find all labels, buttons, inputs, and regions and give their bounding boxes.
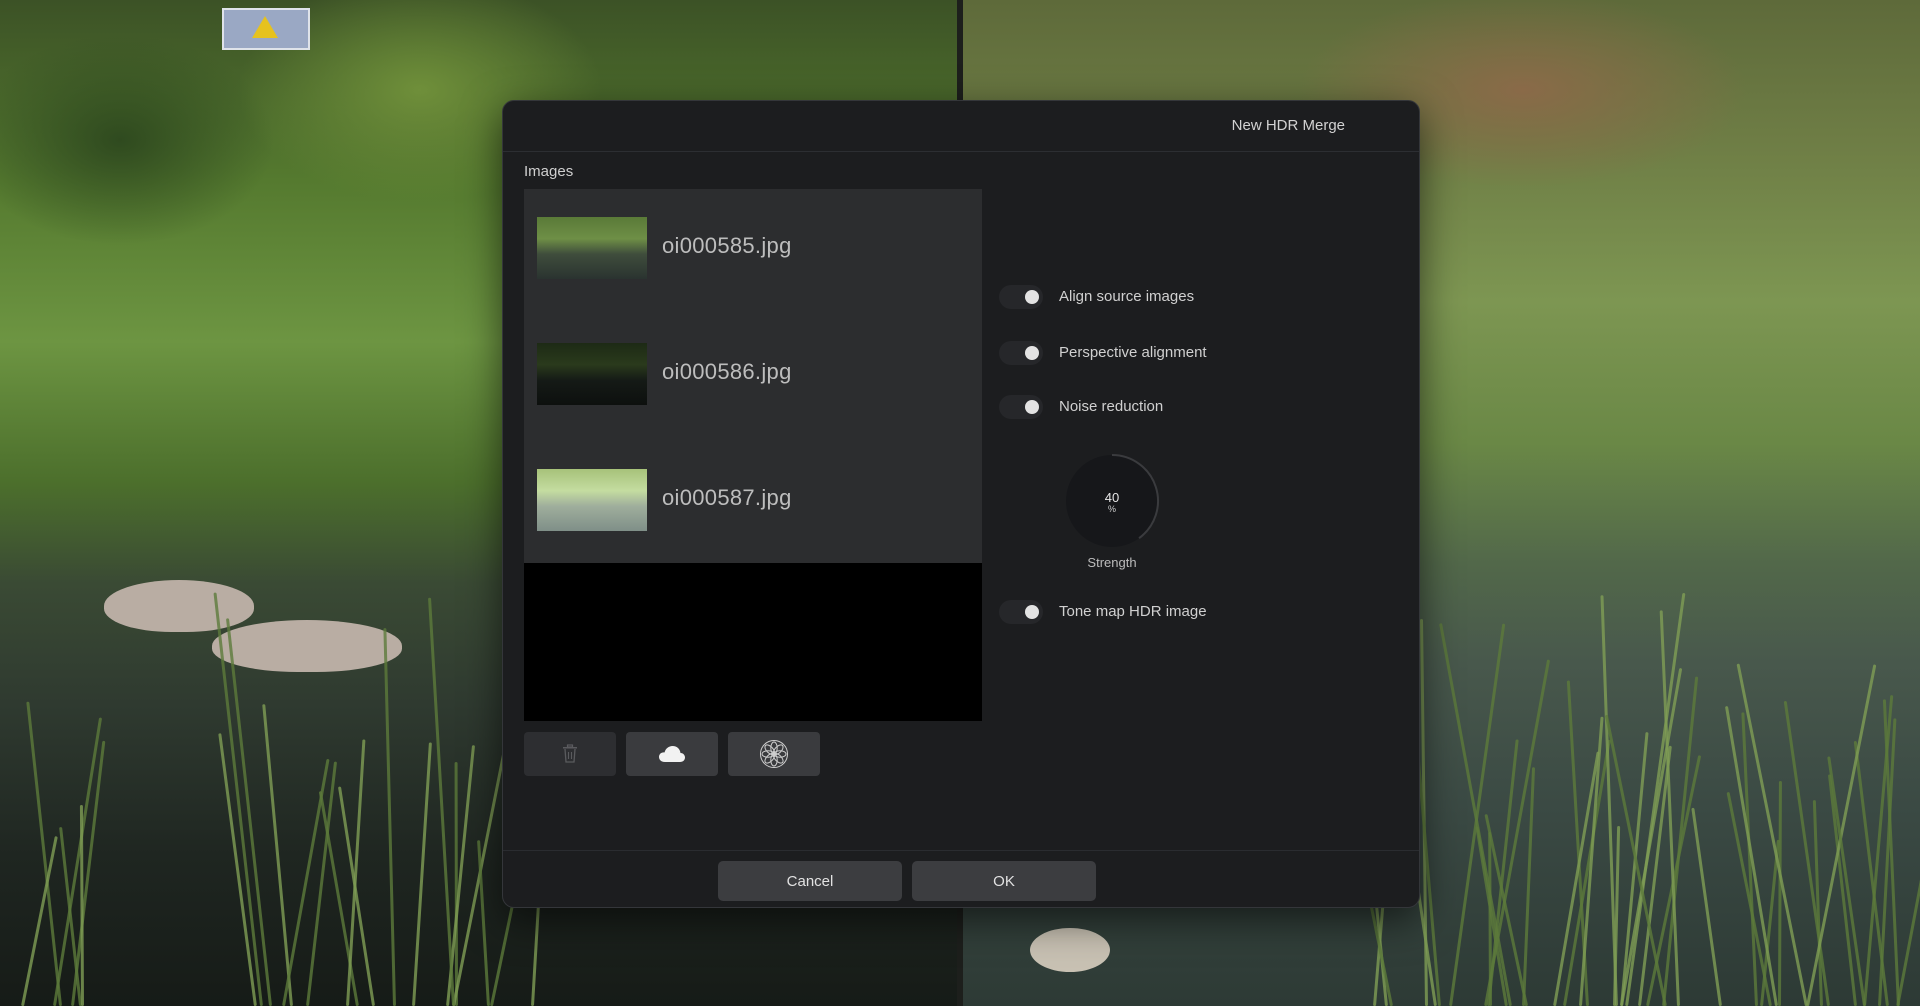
cloud-icon <box>659 746 685 762</box>
image-thumbnail <box>537 343 647 405</box>
image-list[interactable]: oi000585.jpg oi000586.jpg oi000587.jpg <box>524 189 982 721</box>
import-from-cloud-button[interactable] <box>626 732 718 776</box>
image-file-name: oi000586.jpg <box>662 359 792 384</box>
trash-icon <box>563 744 577 763</box>
perspective-alignment-toggle[interactable] <box>999 341 1043 365</box>
image-file-name: oi000587.jpg <box>662 485 792 510</box>
swan-1 <box>104 580 254 632</box>
image-row[interactable]: oi000587.jpg <box>524 441 982 567</box>
image-thumbnail <box>537 217 647 279</box>
reed-blade <box>79 804 84 1006</box>
toggle-knob <box>1025 346 1039 360</box>
toggle-knob <box>1025 290 1039 304</box>
dialog-footer: Cancel OK <box>503 850 1419 907</box>
warning-sign <box>222 8 310 50</box>
image-row[interactable]: oi000585.jpg <box>524 189 982 315</box>
ok-button[interactable]: OK <box>912 861 1096 901</box>
hdr-merge-dialog: New HDR Merge Images oi000585.jpg oi0005… <box>502 100 1420 908</box>
duck <box>1030 928 1110 972</box>
strength-dial[interactable]: 40 % <box>1063 452 1161 550</box>
image-list-items: oi000585.jpg oi000586.jpg oi000587.jpg <box>524 189 982 563</box>
reed-blade <box>454 761 458 1006</box>
toggle-knob <box>1025 400 1039 414</box>
images-section-label: Images <box>524 163 574 180</box>
strength-label: Strength <box>1087 555 1137 570</box>
photos-flower-icon <box>760 740 788 768</box>
noise-reduction-toggle[interactable] <box>999 395 1043 419</box>
cancel-button[interactable]: Cancel <box>718 861 902 901</box>
image-thumbnail <box>537 469 647 531</box>
swan-2 <box>212 620 402 672</box>
align-source-images-label: Align source images <box>1059 288 1195 305</box>
tone-map-toggle[interactable] <box>999 600 1043 624</box>
image-row[interactable]: oi000586.jpg <box>524 315 982 441</box>
dialog-title: New HDR Merge <box>1231 117 1345 134</box>
noise-reduction-label: Noise reduction <box>1059 398 1164 415</box>
tone-map-label: Tone map HDR image <box>1059 603 1207 620</box>
dialog-header: New HDR Merge <box>503 101 1419 152</box>
align-source-images-toggle[interactable] <box>999 285 1043 309</box>
strength-unit: % <box>1107 504 1116 514</box>
import-from-photos-button[interactable] <box>728 732 820 776</box>
image-file-name: oi000585.jpg <box>662 233 792 258</box>
toggle-knob <box>1025 605 1039 619</box>
strength-value: 40 <box>1104 490 1120 505</box>
perspective-alignment-label: Perspective alignment <box>1059 344 1207 361</box>
delete-image-button[interactable] <box>524 732 616 776</box>
